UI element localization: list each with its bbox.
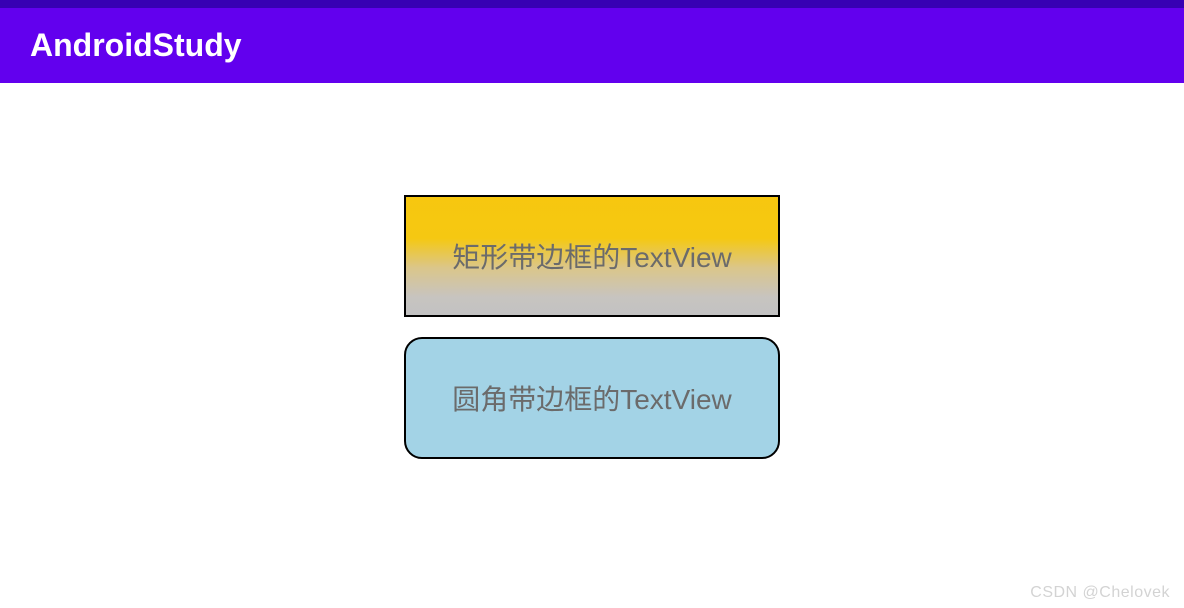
rounded-bordered-textview: 圆角带边框的TextView	[404, 337, 780, 459]
rounded-textview-label: 圆角带边框的TextView	[452, 378, 732, 418]
app-title: AndroidStudy	[30, 27, 242, 64]
watermark-text: CSDN @Chelovek	[1030, 584, 1170, 602]
rectangle-bordered-textview: 矩形带边框的TextView	[404, 195, 780, 317]
rectangle-textview-label: 矩形带边框的TextView	[452, 236, 732, 276]
status-bar	[0, 0, 1184, 8]
main-content: 矩形带边框的TextView 圆角带边框的TextView	[0, 83, 1184, 459]
app-bar: AndroidStudy	[0, 8, 1184, 83]
